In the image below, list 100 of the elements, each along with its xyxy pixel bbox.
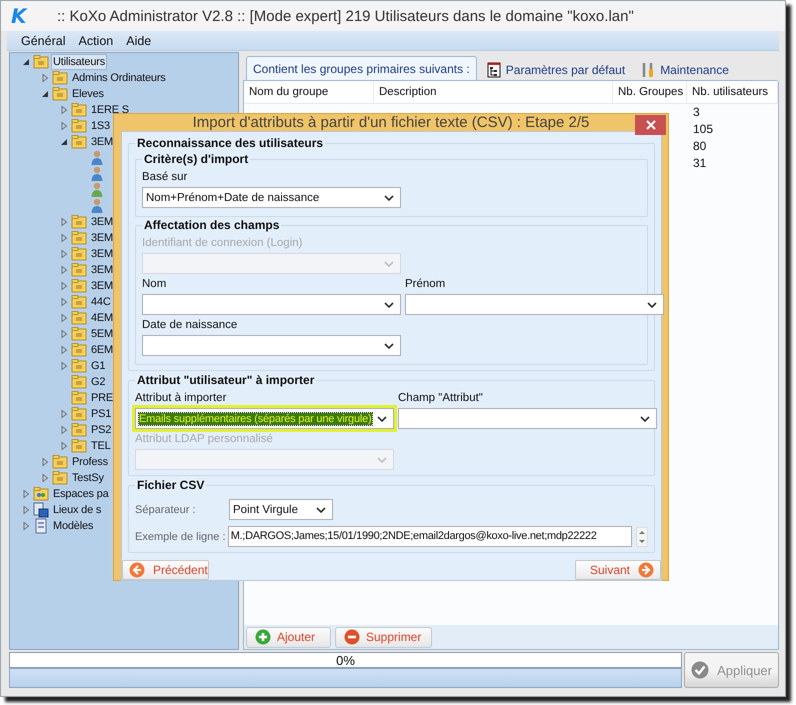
remove-button[interactable]: Supprimer — [335, 626, 432, 648]
folder-icon — [71, 278, 87, 294]
folder-icon — [71, 230, 87, 246]
tree-item[interactable]: 3EM — [89, 134, 116, 150]
tree-item[interactable]: Espaces pa — [51, 486, 110, 502]
folder-icon — [71, 326, 87, 342]
field-label: Champ "Attribut" — [398, 391, 483, 406]
tree-item[interactable]: PS1 — [89, 406, 114, 422]
chevron-down-icon — [316, 506, 326, 512]
folder-icon — [71, 342, 87, 358]
menu-item[interactable]: Général — [21, 34, 66, 48]
field-label: Séparateur : — [135, 504, 197, 516]
diagram-icon — [486, 62, 501, 78]
folder-icon — [71, 390, 87, 406]
tree-item[interactable]: 6EM — [89, 342, 116, 358]
dropdown[interactable]: Nom+Prénom+Date de naissance — [142, 187, 401, 208]
field-label: Nom — [142, 277, 166, 292]
tree-item[interactable]: 3EM — [89, 278, 116, 294]
progress-text: 0% — [336, 652, 355, 668]
folder-icon — [71, 294, 87, 310]
folder-icon — [71, 422, 87, 438]
tree-item[interactable]: Eleves — [70, 86, 106, 102]
tree-item[interactable]: 4EM — [89, 310, 116, 326]
menu-item[interactable]: Aide — [126, 34, 152, 48]
add-button[interactable]: Ajouter — [246, 626, 331, 648]
dropdown[interactable]: Point Virgule — [229, 499, 333, 520]
tab[interactable]: Maintenance — [635, 59, 735, 80]
tree-item[interactable]: 3EM — [89, 230, 116, 246]
group-title: Affectation des champs — [142, 218, 282, 233]
tools-icon — [641, 62, 656, 78]
dropdown[interactable]: Emails supplémentaires (séparés par une virgule) — [135, 408, 394, 429]
table-cell-text: 3 — [692, 104, 701, 121]
dropdown[interactable] — [398, 408, 657, 429]
minus-icon — [344, 629, 360, 645]
chevron-down-icon — [384, 342, 394, 348]
tree-item[interactable]: 3EM — [89, 246, 116, 262]
dialog-title: Import d'attributs à partir d'un fichier texte (CSV) : Etape 2/5 — [192, 114, 590, 131]
dropdown[interactable] — [142, 294, 401, 315]
tree-item[interactable]: TestSy — [70, 470, 106, 486]
field-label: Basé sur — [142, 170, 188, 185]
next-button[interactable]: Suivant — [575, 560, 661, 580]
close-icon — [646, 120, 656, 130]
menu-item[interactable]: Action — [78, 34, 114, 48]
folder-icon — [71, 358, 87, 374]
tab[interactable]: Contient les groupes primaires suivants : — [246, 56, 477, 80]
field-label: Date de naissance — [142, 318, 238, 333]
tree-item[interactable]: 1S3 — [89, 118, 112, 134]
folder-icon — [71, 438, 87, 454]
tree-item[interactable]: G2 — [89, 374, 108, 390]
folder-icon — [71, 214, 87, 230]
folder-icon — [52, 86, 68, 102]
chevron-down-icon — [377, 416, 387, 422]
chevron-down-icon — [647, 302, 657, 308]
dropdown[interactable] — [405, 294, 664, 315]
group-title: Attribut "utilisateur" à importer — [135, 373, 316, 388]
check-icon — [691, 661, 710, 679]
folder-icon — [33, 54, 49, 70]
tree-item[interactable]: PRE — [89, 390, 116, 406]
tab[interactable]: Paramètres par défaut — [480, 59, 632, 80]
tree-item[interactable]: 44C — [89, 294, 113, 310]
chevron-down-icon — [377, 456, 387, 462]
tree-item[interactable]: TEL — [89, 438, 113, 454]
close-button[interactable] — [635, 115, 666, 135]
previous-button[interactable]: Précédent — [122, 560, 209, 580]
folder-icon — [71, 406, 87, 422]
tree-item[interactable]: PS2 — [89, 422, 114, 438]
chevron-down-icon — [384, 194, 394, 200]
tree-item[interactable]: Admins Ordinateurs — [70, 70, 168, 86]
tree-item[interactable]: 5EM — [89, 326, 116, 342]
document-icon — [33, 518, 49, 534]
dropdown[interactable] — [142, 335, 401, 356]
column-header[interactable]: Nb. Groupes — [613, 81, 687, 103]
column-header[interactable]: Nb. utilisateurs — [687, 81, 778, 103]
tree-item[interactable]: Profess — [70, 454, 110, 470]
shared-folder-icon — [33, 486, 49, 502]
tree-item[interactable]: Lieux de s — [51, 502, 104, 518]
chevron-down-icon — [640, 416, 650, 422]
folder-icon — [71, 102, 87, 118]
table-cell-text: 31 — [692, 155, 708, 172]
tree-item[interactable]: 1ERE S — [89, 102, 131, 118]
tree-item[interactable]: Modèles — [51, 518, 96, 534]
tree-item[interactable]: Utilisateurs — [51, 54, 108, 70]
field-label: Prénom — [405, 277, 446, 292]
text-field[interactable]: M.;DARGOS;James;15/01/1990;2NDE;email2dargos@koxo-live.net;mdp22222 — [228, 526, 632, 547]
column-header[interactable]: Description — [374, 81, 613, 103]
folder-icon — [52, 70, 68, 86]
tree-item[interactable]: 3EM — [89, 262, 116, 278]
folder-icon — [71, 134, 87, 150]
tree-item[interactable]: 3EM — [89, 214, 116, 230]
window-title: :: KoXo Administrator V2.8 :: [Mode expert] 219 Utilisateurs dans le domaine "koxo.lan" — [57, 8, 634, 24]
tree-item[interactable]: G1 — [89, 358, 108, 374]
field-label: Exemple de ligne : — [135, 530, 226, 542]
column-header[interactable]: Nom du groupe — [244, 81, 374, 103]
folder-icon — [71, 118, 87, 134]
folder-icon — [71, 374, 87, 390]
folder-icon — [71, 246, 87, 262]
chevron-down-icon — [384, 302, 394, 308]
folder-icon — [52, 470, 68, 486]
field-label: Attribut à importer — [135, 391, 226, 406]
arrow-left-icon — [129, 562, 145, 578]
